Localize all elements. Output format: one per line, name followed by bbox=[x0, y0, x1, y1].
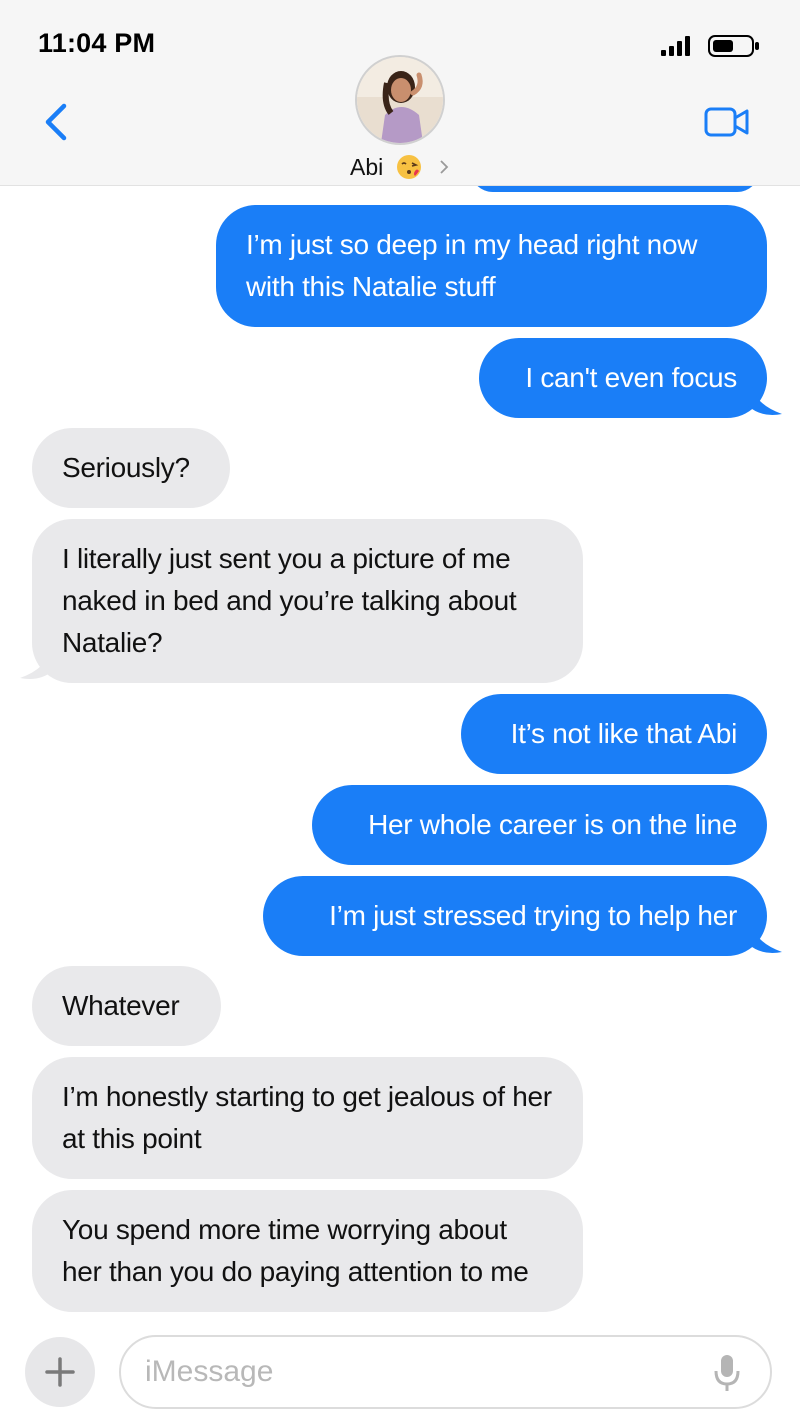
message-bubble-received[interactable]: Seriously? bbox=[32, 428, 230, 508]
message-bubble-sent[interactable]: I’m just so deep in my head right now wi… bbox=[216, 205, 767, 327]
cellular-signal-icon bbox=[661, 36, 690, 56]
message-bubble-received[interactable]: I’m honestly starting to get jealous of … bbox=[32, 1057, 583, 1179]
avatar-photo bbox=[357, 57, 443, 143]
battery-icon bbox=[708, 35, 759, 57]
bubble-tail-sent bbox=[748, 384, 782, 415]
conversation-header: 11:04 PM Abi bbox=[0, 0, 800, 186]
message-bubble-received[interactable]: Whatever bbox=[32, 966, 221, 1046]
kissing-face-emoji-icon bbox=[396, 155, 421, 179]
message-text: It’s not like that Abi bbox=[510, 718, 738, 749]
message-bubble-received[interactable]: I literally just sent you a picture of m… bbox=[32, 519, 583, 683]
contact-avatar[interactable] bbox=[355, 55, 445, 145]
message-text: I’m honestly starting to get jealous of … bbox=[62, 1081, 552, 1154]
message-bubble-sent[interactable]: Her whole career is on the line bbox=[312, 785, 767, 865]
imessage-input-container[interactable] bbox=[119, 1335, 772, 1409]
message-bubble-sent[interactable]: I can't even focus bbox=[479, 338, 767, 418]
message-text: Whatever bbox=[62, 990, 180, 1021]
plus-icon bbox=[45, 1357, 75, 1387]
message-text: Her whole career is on the line bbox=[368, 809, 737, 840]
message-text: Seriously? bbox=[62, 452, 190, 483]
message-text: You spend more time worrying about her t… bbox=[62, 1214, 529, 1287]
contact-name: Abi bbox=[349, 154, 384, 180]
bubble-tail-received bbox=[20, 648, 54, 679]
message-bubble-sent[interactable] bbox=[470, 186, 760, 192]
message-bubble-sent[interactable]: It’s not like that Abi bbox=[461, 694, 767, 774]
bubble-tail-sent bbox=[748, 922, 782, 953]
plus-button[interactable] bbox=[25, 1337, 95, 1407]
contact-name-button[interactable]: Abi bbox=[0, 154, 800, 181]
chevron-right-icon bbox=[440, 160, 449, 174]
message-composer bbox=[0, 1322, 800, 1422]
back-button[interactable] bbox=[38, 100, 72, 144]
message-bubble-received[interactable]: You spend more time worrying about her t… bbox=[32, 1190, 583, 1312]
imessage-input[interactable] bbox=[145, 1349, 705, 1395]
status-time: 11:04 PM bbox=[38, 28, 156, 58]
message-text: I literally just sent you a picture of m… bbox=[62, 543, 517, 658]
message-text: I’m just stressed trying to help her bbox=[329, 900, 737, 931]
message-thread[interactable]: I’m just so deep in my head right now wi… bbox=[0, 186, 800, 1322]
message-bubble-sent[interactable]: I’m just stressed trying to help her bbox=[263, 876, 767, 956]
microphone-icon[interactable] bbox=[713, 1353, 741, 1393]
video-call-button[interactable] bbox=[704, 106, 750, 138]
message-text: I can't even focus bbox=[525, 362, 737, 393]
message-text: I’m just so deep in my head right now wi… bbox=[246, 229, 698, 302]
